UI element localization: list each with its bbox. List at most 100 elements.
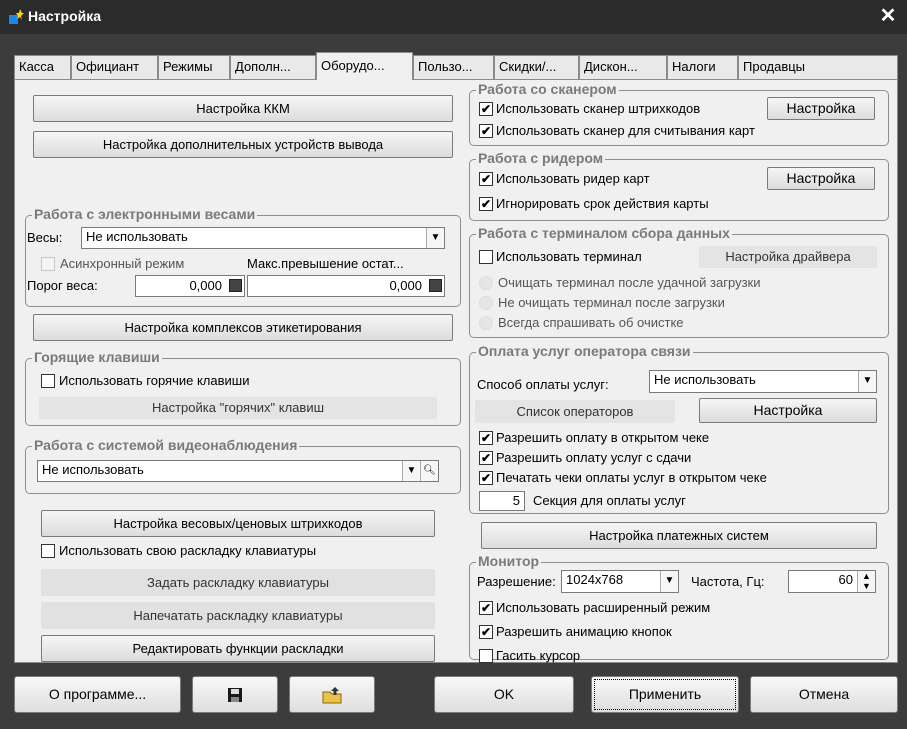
- barcode-scanner-checkbox[interactable]: ✔: [479, 102, 493, 116]
- chevron-down-icon[interactable]: ▼: [426, 228, 444, 248]
- operators-list-button[interactable]: Список операторов: [475, 400, 675, 423]
- calculator-icon[interactable]: [429, 279, 442, 292]
- search-icon[interactable]: 🔍︎: [420, 461, 438, 481]
- section-field[interactable]: 5: [479, 491, 525, 511]
- payment-setup-button[interactable]: Настройка: [699, 398, 877, 423]
- card-scanner-label: Использовать сканер для считывания карт: [496, 123, 755, 138]
- video-select[interactable]: Не использовать ▼ 🔍︎: [37, 460, 439, 482]
- video-group-title: Работа с системой видеонаблюдения: [32, 437, 300, 453]
- equipment-panel: Настройка ККМ Настройка дополнительных у…: [14, 79, 898, 663]
- tab-waiter[interactable]: Официант: [71, 55, 158, 79]
- chevron-down-icon[interactable]: ▼: [858, 371, 876, 392]
- threshold-label: Порог веса:: [27, 278, 98, 293]
- frequency-value: 60: [838, 572, 853, 587]
- tab-equipment[interactable]: Оборудо...: [316, 52, 413, 80]
- tab-sellers[interactable]: Продавцы: [738, 55, 898, 79]
- always-ask-radio[interactable]: [479, 316, 493, 330]
- ignore-expiry-checkbox[interactable]: ✔: [479, 197, 493, 211]
- tab-discount-cards[interactable]: Дискон...: [579, 55, 667, 79]
- monitor-group-title: Монитор: [476, 553, 542, 569]
- payment-group-title: Оплата услуг оператора связи: [476, 343, 693, 359]
- barcode-setup-button[interactable]: Настройка весовых/ценовых штрихкодов: [41, 510, 435, 537]
- tab-taxes[interactable]: Налоги: [667, 55, 738, 79]
- video-value: Не использовать: [42, 462, 144, 477]
- tab-users[interactable]: Пользо...: [413, 55, 494, 79]
- use-hotkeys-label: Использовать горячие клавиши: [59, 373, 250, 388]
- resolution-label: Разрешение:: [477, 574, 556, 589]
- payment-method-select[interactable]: Не использовать ▼: [649, 370, 877, 393]
- use-hotkeys-checkbox[interactable]: [41, 374, 55, 388]
- no-clear-radio[interactable]: [479, 296, 493, 310]
- kkm-setup-button[interactable]: Настройка ККМ: [33, 95, 453, 122]
- extended-mode-label: Использовать расширенный режим: [496, 600, 711, 615]
- allow-change-checkbox[interactable]: ✔: [479, 451, 493, 465]
- barcode-scanner-label: Использовать сканер штрихкодов: [496, 101, 701, 116]
- use-terminal-checkbox[interactable]: [479, 250, 493, 264]
- terminal-group-title: Работа с терминалом сбора данных: [476, 225, 732, 241]
- hotkeys-setup-button[interactable]: Настройка "горячих" клавиш: [39, 397, 437, 419]
- ok-button[interactable]: OK: [434, 676, 574, 713]
- section-label: Секция для оплаты услуг: [533, 493, 686, 508]
- clear-after-success-label: Очищать терминал после удачной загрузки: [498, 275, 761, 290]
- threshold-field[interactable]: 0,000: [135, 275, 245, 297]
- threshold-value: 0,000: [189, 278, 222, 293]
- chevron-down-icon[interactable]: ▼: [660, 571, 678, 592]
- reader-setup-button[interactable]: Настройка: [767, 167, 875, 190]
- tab-additional[interactable]: Дополн...: [230, 55, 316, 79]
- scanner-group-title: Работа со сканером: [476, 81, 619, 97]
- tab-bar: Касса Официант Режимы Дополн... Оборудо.…: [14, 52, 898, 80]
- apply-button[interactable]: Применить: [591, 676, 739, 713]
- resolution-select[interactable]: 1024x768 ▼: [561, 570, 679, 593]
- hide-cursor-checkbox[interactable]: [479, 649, 493, 663]
- close-icon[interactable]: ✕: [877, 5, 899, 27]
- max-excess-value: 0,000: [389, 278, 422, 293]
- async-mode-checkbox[interactable]: [41, 257, 55, 271]
- output-devices-button[interactable]: Настройка дополнительных устройств вывод…: [33, 131, 453, 158]
- calculator-icon[interactable]: [229, 279, 242, 292]
- scales-select[interactable]: Не использовать ▼: [81, 227, 445, 249]
- edit-layout-button[interactable]: Редактировать функции раскладки: [41, 635, 435, 662]
- reader-group-title: Работа с ридером: [476, 150, 606, 166]
- clear-after-success-radio[interactable]: [479, 276, 493, 290]
- chevron-down-icon[interactable]: ▼: [402, 461, 420, 481]
- max-excess-field[interactable]: 0,000: [247, 275, 445, 297]
- payment-method-label: Способ оплаты услуг:: [477, 377, 609, 392]
- hotkeys-group-title: Горящие клавиши: [32, 349, 162, 365]
- set-layout-button[interactable]: Задать раскладку клавиатуры: [41, 569, 435, 596]
- terminal-driver-button[interactable]: Настройка драйвера: [699, 246, 877, 268]
- scales-label: Весы:: [27, 230, 63, 245]
- save-button[interactable]: [192, 676, 278, 713]
- use-reader-label: Использовать ридер карт: [496, 171, 650, 186]
- scanner-setup-button[interactable]: Настройка: [767, 97, 875, 120]
- own-layout-checkbox[interactable]: [41, 544, 55, 558]
- button-anim-checkbox[interactable]: ✔: [479, 625, 493, 639]
- tab-discounts[interactable]: Скидки/...: [494, 55, 579, 79]
- print-layout-button[interactable]: Напечатать раскладку клавиатуры: [41, 602, 435, 629]
- tab-kassa[interactable]: Касса: [14, 55, 71, 79]
- max-excess-label: Макс.превышение остат...: [247, 256, 404, 271]
- print-open-label: Печатать чеки оплаты услуг в открытом че…: [496, 470, 767, 485]
- about-button[interactable]: О программе...: [14, 676, 181, 713]
- scales-group-title: Работа с электронными весами: [32, 206, 258, 222]
- app-icon: [9, 9, 24, 24]
- use-terminal-label: Использовать терминал: [496, 249, 642, 264]
- no-clear-label: Не очищать терминал после загрузки: [498, 295, 725, 310]
- labeling-setup-button[interactable]: Настройка комплексов этикетирования: [33, 314, 453, 341]
- card-scanner-checkbox[interactable]: ✔: [479, 124, 493, 138]
- tab-modes[interactable]: Режимы: [158, 55, 230, 79]
- spin-arrows-icon[interactable]: ▲ ▼: [857, 571, 875, 592]
- use-reader-checkbox[interactable]: ✔: [479, 172, 493, 186]
- frequency-stepper[interactable]: 60 ▲ ▼: [788, 570, 876, 593]
- export-button[interactable]: [289, 676, 375, 713]
- button-anim-label: Разрешить анимацию кнопок: [496, 624, 672, 639]
- payment-systems-button[interactable]: Настройка платежных систем: [481, 522, 877, 549]
- own-layout-label: Использовать свою раскладку клавиатуры: [59, 543, 317, 558]
- allow-open-label: Разрешить оплату в открытом чеке: [496, 430, 710, 445]
- allow-open-checkbox[interactable]: ✔: [479, 431, 493, 445]
- print-open-checkbox[interactable]: ✔: [479, 471, 493, 485]
- title-bar: Настройка ✕: [0, 0, 907, 34]
- payment-method-value: Не использовать: [654, 372, 756, 387]
- allow-change-label: Разрешить оплату услуг с сдачи: [496, 450, 692, 465]
- cancel-button[interactable]: Отмена: [750, 676, 898, 713]
- extended-mode-checkbox[interactable]: ✔: [479, 601, 493, 615]
